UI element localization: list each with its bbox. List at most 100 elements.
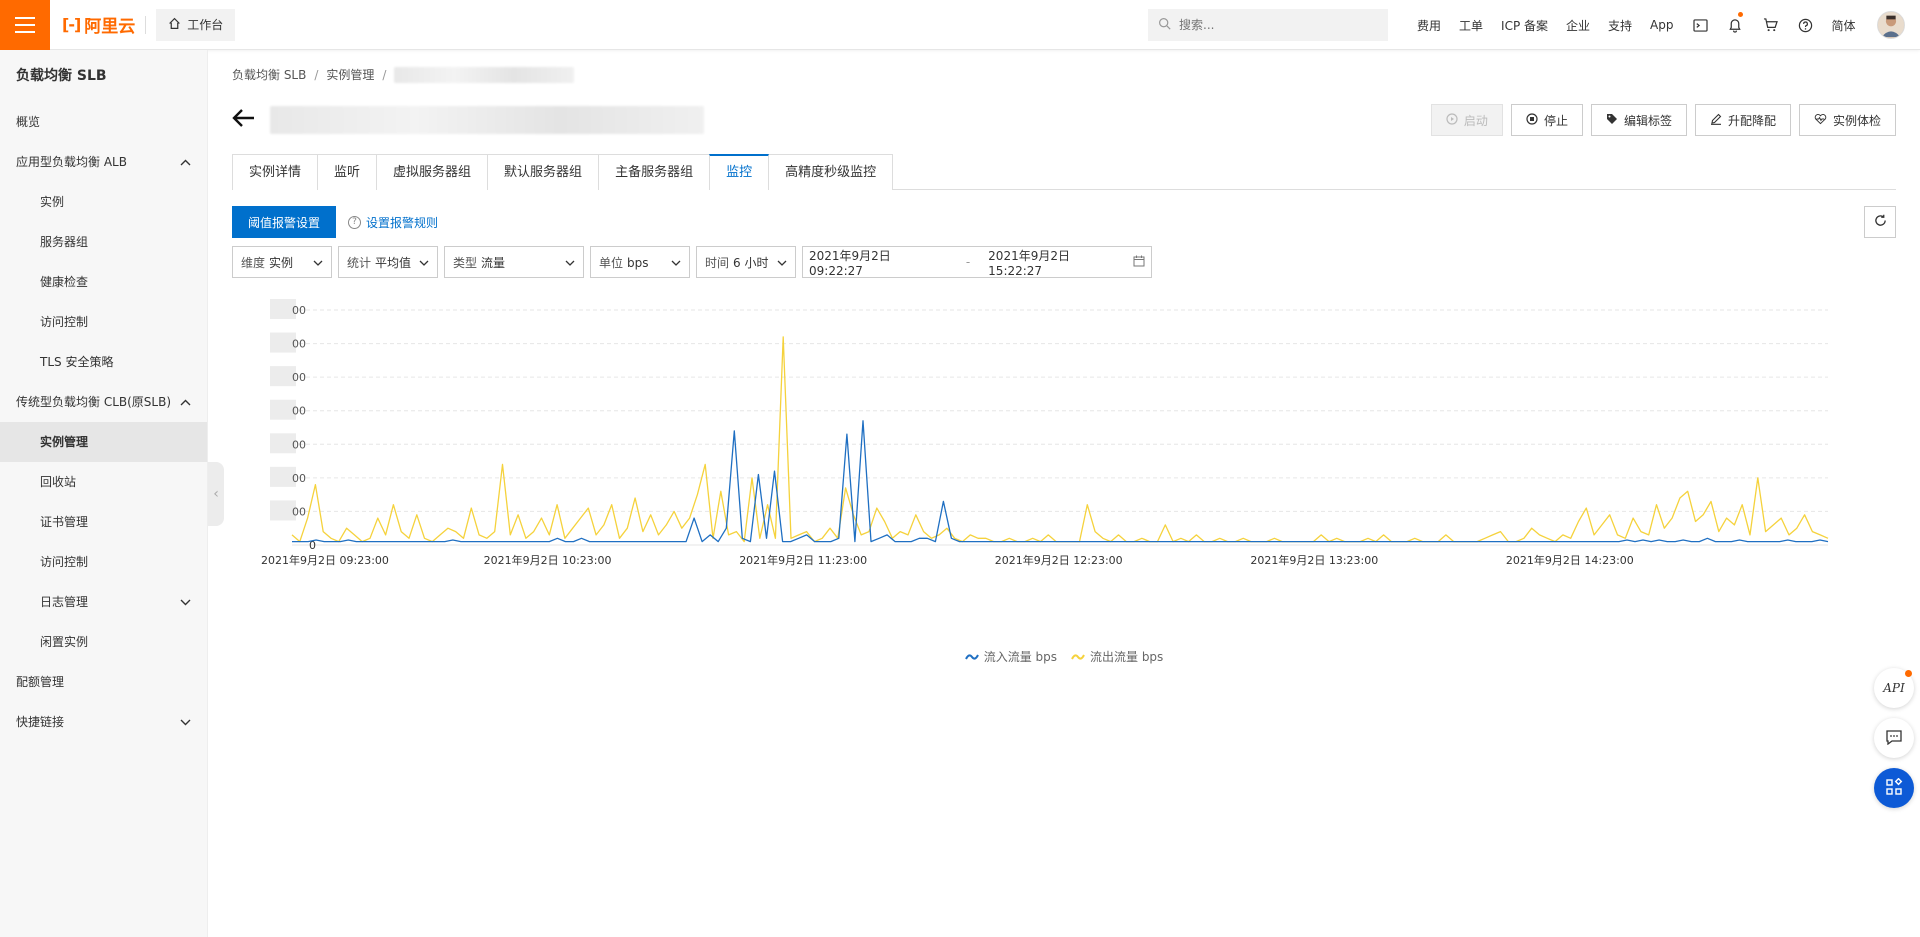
- top-navbar: [-] 阿里云 工作台 费用 工单 ICP 备案 企业 支持 App: [0, 0, 1920, 50]
- y-tick-label-partial: 00: [292, 405, 306, 418]
- dimension-select[interactable]: 维度 实例: [232, 246, 332, 278]
- sidebar-item[interactable]: 访问控制: [0, 302, 207, 342]
- feedback-float-button[interactable]: [1874, 718, 1914, 758]
- tab-instance-details[interactable]: 实例详情: [232, 154, 319, 190]
- top-link-app[interactable]: App: [1641, 18, 1682, 32]
- sidebar-item-label: 快捷链接: [16, 715, 65, 729]
- search-box[interactable]: [1148, 9, 1388, 41]
- sidebar-item[interactable]: 回收站: [0, 462, 207, 502]
- tab-high-precision-monitoring[interactable]: 高精度秒级监控: [768, 154, 894, 190]
- sidebar-item-label: 访问控制: [40, 315, 89, 329]
- legend-item-outbound[interactable]: 流出流量 bps: [1071, 648, 1163, 665]
- tab-primary-secondary-group[interactable]: 主备服务器组: [598, 154, 711, 190]
- date-range-end[interactable]: 2021年9月2日 15:22:27: [988, 247, 1127, 278]
- upgrade-button[interactable]: 升配降配: [1694, 104, 1791, 136]
- tab-monitoring[interactable]: 监控: [709, 154, 770, 191]
- aliyun-logo[interactable]: [-] 阿里云: [62, 12, 135, 37]
- breadcrumb-separator: /: [382, 67, 387, 82]
- sidebar-item-label: 回收站: [40, 475, 77, 489]
- type-select[interactable]: 类型 流量: [444, 246, 584, 278]
- sidebar-item[interactable]: 日志管理: [0, 582, 207, 622]
- top-link-tickets[interactable]: 工单: [1450, 17, 1492, 34]
- tab-listeners[interactable]: 监听: [317, 154, 378, 190]
- sidebar-item[interactable]: 闲置实例: [0, 622, 207, 662]
- tab-vserver-groups[interactable]: 虚拟服务器组: [376, 154, 489, 190]
- alarm-rules-help-link[interactable]: ? 设置报警规则: [348, 214, 438, 231]
- aliyun-logo-icon: [-]: [62, 15, 81, 34]
- avatar[interactable]: [1876, 11, 1905, 39]
- sidebar-item[interactable]: 快捷链接: [0, 702, 207, 742]
- bell-icon[interactable]: [1718, 0, 1753, 50]
- chevron-down-icon: [777, 255, 787, 269]
- sidebar-collapse-handle[interactable]: ‹: [208, 462, 224, 526]
- sidebar-item[interactable]: 应用型负载均衡 ALB: [0, 142, 207, 182]
- help-icon[interactable]: [1788, 0, 1823, 50]
- health-check-button[interactable]: 实例体检: [1798, 104, 1896, 136]
- hamburger-menu-button[interactable]: [0, 0, 50, 50]
- sidebar-item[interactable]: 配额管理: [0, 662, 207, 702]
- sidebar-item[interactable]: 概览: [0, 102, 207, 142]
- sidebar-item[interactable]: TLS 安全策略: [0, 342, 207, 382]
- search-input[interactable]: [1179, 18, 1378, 32]
- stop-button[interactable]: 停止: [1510, 104, 1583, 136]
- sidebar-item[interactable]: 实例管理: [0, 422, 207, 462]
- chevron-down-icon: [671, 255, 681, 269]
- breadcrumb: 负载均衡 SLB / 实例管理 /: [232, 66, 575, 83]
- unit-select[interactable]: 单位 bps: [590, 246, 690, 278]
- chevron-down-icon: [313, 255, 323, 269]
- statistic-select[interactable]: 统计 平均值: [338, 246, 438, 278]
- sidebar-item[interactable]: 传统型负载均衡 CLB(原SLB): [0, 382, 207, 422]
- sidebar-item[interactable]: 实例: [0, 182, 207, 222]
- y-tick-label-partial: 00: [292, 472, 306, 485]
- back-arrow-icon[interactable]: [232, 107, 256, 133]
- edit-tags-button[interactable]: 编辑标签: [1590, 104, 1687, 136]
- traffic-chart[interactable]: 00 00 00 00 00 00 00 0 2021年9月2日 09:23:00 2021年9月…: [232, 290, 1896, 620]
- breadcrumb-instances[interactable]: 实例管理: [326, 66, 374, 83]
- sidebar-item[interactable]: 访问控制: [0, 542, 207, 582]
- alarm-threshold-button[interactable]: 阈值报警设置: [232, 206, 337, 238]
- date-range-picker[interactable]: 2021年9月2日 09:22:27 - 2021年9月2日 15:22:27: [802, 246, 1152, 278]
- date-range-start[interactable]: 2021年9月2日 09:22:27: [809, 247, 948, 278]
- sidebar-item[interactable]: 服务器组: [0, 222, 207, 262]
- type-select-value: 流量: [481, 255, 506, 270]
- sidebar-item[interactable]: 证书管理: [0, 502, 207, 542]
- redacted-instance-id: [394, 66, 575, 83]
- home-icon: [168, 17, 181, 33]
- sidebar-item-label: 证书管理: [40, 515, 89, 529]
- y-tick-label-partial: 00: [292, 505, 306, 518]
- workbench-button[interactable]: 工作台: [156, 8, 236, 41]
- terminal-icon[interactable]: [1683, 0, 1718, 50]
- divider: [145, 15, 147, 34]
- dimension-select-value: 实例: [269, 255, 294, 270]
- x-tick-label: 2021年9月2日 14:23:00: [1506, 553, 1634, 567]
- sidebar-menu: 概览应用型负载均衡 ALB 实例服务器组 健康检查访问控制 TLS 安全策略传统型负载…: [0, 102, 207, 742]
- top-link-enterprise[interactable]: 企业: [1557, 17, 1599, 34]
- start-button[interactable]: 启动: [1430, 104, 1503, 136]
- cart-icon[interactable]: [1753, 0, 1788, 50]
- refresh-button[interactable]: [1864, 206, 1896, 238]
- sidebar-item[interactable]: 健康检查: [0, 262, 207, 302]
- y-tick-label-partial: 00: [292, 304, 306, 317]
- traffic-chart-svg: 0000000000000002021年9月2日 09:23:00 2021年9月…: [261, 299, 1829, 567]
- sidebar: 负载均衡 SLB 概览 应用型负载均衡 ALB 实例 服务器组 健康检查 访问控制 TLS …: [0, 50, 208, 937]
- language-switch[interactable]: 简体: [1823, 17, 1865, 34]
- sidebar-item-label: 概览: [16, 115, 41, 129]
- api-float-button[interactable]: API: [1874, 668, 1914, 708]
- legend-item-inbound[interactable]: 流入流量 bps: [964, 648, 1057, 665]
- top-link-support[interactable]: 支持: [1599, 17, 1641, 34]
- sidebar-item-label: TLS 安全策略: [40, 355, 114, 369]
- tab-default-server-group[interactable]: 默认服务器组: [487, 154, 600, 190]
- apps-float-button[interactable]: [1874, 768, 1914, 808]
- chat-icon: [1885, 729, 1903, 748]
- sidebar-item-label: 实例: [40, 195, 65, 209]
- top-link-billing[interactable]: 费用: [1408, 17, 1450, 34]
- wave-icon: [964, 653, 979, 660]
- chevron-down-icon: [180, 582, 191, 622]
- api-icon: API: [1883, 681, 1905, 695]
- time-range-select[interactable]: 时间 6 小时: [696, 246, 796, 278]
- tab-bar: 实例详情 监听 虚拟服务器组 默认服务器组 主备服务器组 监控 高精度秒级监控: [232, 154, 1896, 191]
- breadcrumb-slb[interactable]: 负载均衡 SLB: [232, 66, 306, 83]
- calendar-icon[interactable]: [1133, 255, 1145, 270]
- top-link-icp[interactable]: ICP 备案: [1492, 17, 1557, 34]
- chevron-left-icon: ‹: [213, 486, 219, 502]
